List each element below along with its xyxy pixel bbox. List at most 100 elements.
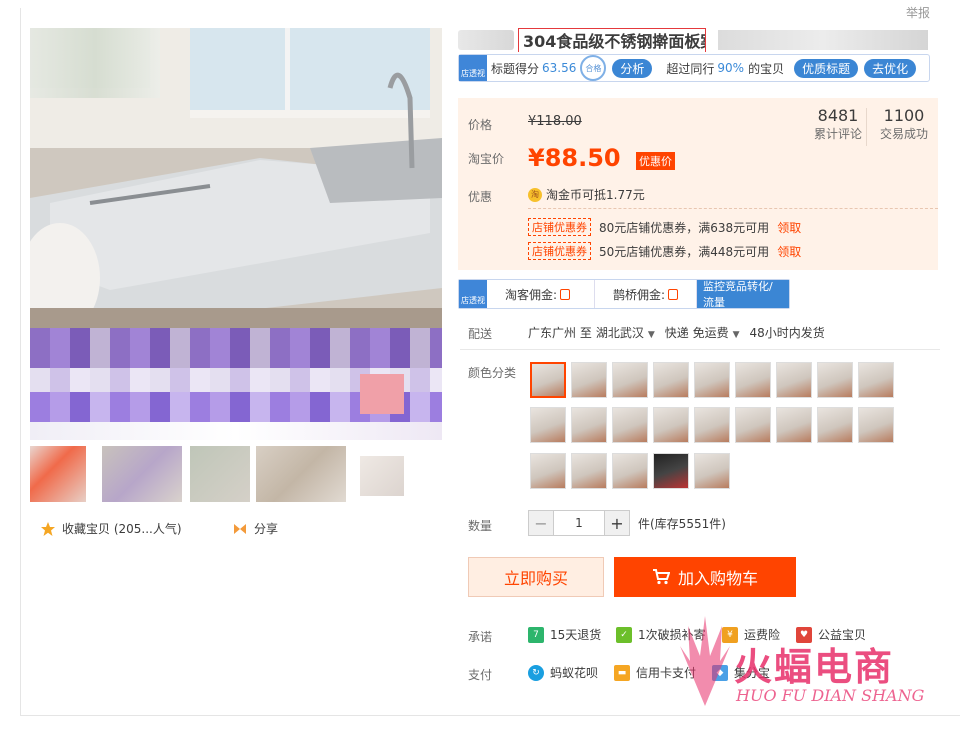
lock-icon: [560, 288, 571, 300]
color-swatch[interactable]: [571, 407, 607, 443]
quantity-label: 数量: [468, 519, 493, 533]
qualified-seal-icon: 合格: [580, 55, 607, 81]
beyond-value: 90%: [717, 61, 745, 75]
deals-count: 1100: [883, 106, 925, 125]
color-swatch[interactable]: [694, 407, 730, 443]
thumbnail[interactable]: [360, 456, 404, 496]
thumbnail-strip: [30, 446, 442, 506]
decrease-button[interactable]: −: [528, 510, 554, 536]
color-swatch[interactable]: [694, 362, 730, 398]
color-swatch[interactable]: [653, 362, 689, 398]
chevron-down-icon: ▼: [732, 330, 740, 340]
add-to-cart-button[interactable]: 加入购物车: [614, 557, 796, 597]
deals-label: 交易成功: [879, 127, 928, 141]
color-swatch[interactable]: [571, 453, 607, 489]
coupon-get-link[interactable]: 领取: [777, 243, 801, 260]
color-swatch[interactable]: [858, 407, 894, 443]
color-swatch[interactable]: [858, 362, 894, 398]
color-swatch[interactable]: [776, 407, 812, 443]
divider: [460, 349, 940, 350]
commission-bar: 店透视 淘客佣金: 鹊桥佣金: 监控竞品转化/流量: [458, 279, 790, 309]
score-value: 63.56: [542, 61, 577, 75]
reviews-stat[interactable]: 8481 累计评论: [810, 106, 866, 142]
taoke-label: 淘客佣金:: [505, 287, 558, 302]
coupon-tag: 店铺优惠券: [528, 218, 591, 236]
price-label: 价格: [468, 118, 493, 132]
color-swatch[interactable]: [571, 362, 607, 398]
color-swatch[interactable]: [735, 362, 771, 398]
color-swatch[interactable]: [530, 407, 566, 443]
divider: [866, 108, 867, 146]
cart-icon: [652, 569, 670, 585]
color-swatch[interactable]: [735, 407, 771, 443]
color-swatch[interactable]: [612, 453, 648, 489]
taobao-coin-row: 淘 淘金币可抵1.77元: [528, 186, 645, 203]
quantity-stepper: − 1 + 件(库存5551件): [528, 510, 726, 536]
promise-label: 承诺: [468, 630, 493, 644]
ship-from: 广东广州 至: [528, 326, 592, 340]
quantity-input[interactable]: 1: [554, 510, 604, 536]
main-product-image[interactable]: [30, 28, 442, 440]
payment-label: 支付: [468, 668, 493, 682]
monitor-competitor-button[interactable]: 监控竞品转化/流量: [697, 280, 789, 309]
thumbnail[interactable]: [190, 446, 250, 502]
taoke-commission[interactable]: 淘客佣金:: [487, 280, 595, 308]
color-label: 颜色分类: [468, 366, 517, 380]
queqiao-commission[interactable]: 鹊桥佣金:: [595, 280, 697, 308]
share-icon: [234, 523, 246, 534]
deals-stat: 1100 交易成功: [874, 106, 934, 142]
thumbnail[interactable]: [30, 446, 86, 502]
discount-label: 优惠: [468, 190, 493, 204]
color-swatch[interactable]: [653, 407, 689, 443]
promise-item[interactable]: 7 15天退货: [528, 626, 601, 643]
express-select[interactable]: 快递 免运费 ▼: [665, 324, 746, 341]
share-label: 分享: [254, 522, 279, 536]
price-panel: 价格 ¥118.00 淘宝价 ¥88.50 优惠价 8481 累计评论 1100…: [458, 98, 938, 270]
promo-price: ¥88.50: [528, 144, 621, 172]
watermark: 火蝠电商 HUO FU DIAN SHANG: [660, 606, 940, 718]
mosaic-block: [360, 374, 404, 414]
color-swatch[interactable]: [653, 453, 689, 489]
share-button[interactable]: 分享: [232, 520, 278, 537]
dtx-badge-icon: 店透视: [459, 55, 487, 81]
color-swatch[interactable]: [530, 453, 566, 489]
color-swatch[interactable]: [530, 362, 566, 398]
original-price: ¥118.00: [528, 114, 582, 129]
coupon-get-link[interactable]: 领取: [777, 219, 801, 236]
express: 快递 免运费: [664, 326, 729, 340]
huabei-icon: ↻: [528, 664, 544, 681]
product-title: 304食品级不锈钢擀面板案: [518, 28, 706, 52]
chevron-down-icon: ▼: [647, 330, 655, 340]
color-swatch[interactable]: [817, 362, 853, 398]
reviews-count: 8481: [817, 106, 859, 125]
thumbnail[interactable]: [102, 446, 182, 502]
color-swatch[interactable]: [612, 362, 648, 398]
title-score-bar: 店透视 标题得分 63.56 合格 分析 超过同行 90% 的宝贝 优质标题 去…: [458, 54, 930, 82]
payment-item[interactable]: ↻ 蚂蚁花呗: [528, 664, 598, 681]
quality-title-button[interactable]: 优质标题: [794, 58, 859, 78]
color-swatch[interactable]: [612, 407, 648, 443]
color-swatch[interactable]: [776, 362, 812, 398]
report-link[interactable]: 举报: [906, 4, 930, 21]
buy-now-button[interactable]: 立即购买: [468, 557, 604, 597]
optimize-button[interactable]: 去优化: [864, 58, 917, 78]
favorite-button[interactable]: 收藏宝贝 (205...人气): [40, 520, 182, 537]
credit-card-icon: ▬: [614, 664, 630, 681]
ship-to-select[interactable]: 湖北武汉 ▼: [596, 324, 661, 341]
analyze-button[interactable]: 分析: [612, 58, 653, 78]
coupon-row: 店铺优惠券 50元店铺优惠券，满448元可用 领取: [528, 242, 801, 260]
score-label: 标题得分: [491, 61, 540, 76]
thumbnail[interactable]: [256, 446, 346, 502]
mosaic-block: [718, 30, 928, 50]
coupon-desc: 50元店铺优惠券，满448元可用: [599, 244, 770, 259]
coupon-row: 店铺优惠券 80元店铺优惠券，满638元可用 领取: [528, 218, 801, 236]
divider: [528, 208, 938, 209]
coupon-tag: 店铺优惠券: [528, 242, 591, 260]
color-swatch[interactable]: [694, 453, 730, 489]
promo-price-tag: 优惠价: [636, 152, 675, 170]
increase-button[interactable]: +: [604, 510, 630, 536]
promise-text: 15天退货: [550, 628, 602, 642]
beyond-tail: 的宝贝: [748, 61, 785, 76]
color-swatch[interactable]: [817, 407, 853, 443]
shield-icon: ✓: [616, 626, 632, 643]
